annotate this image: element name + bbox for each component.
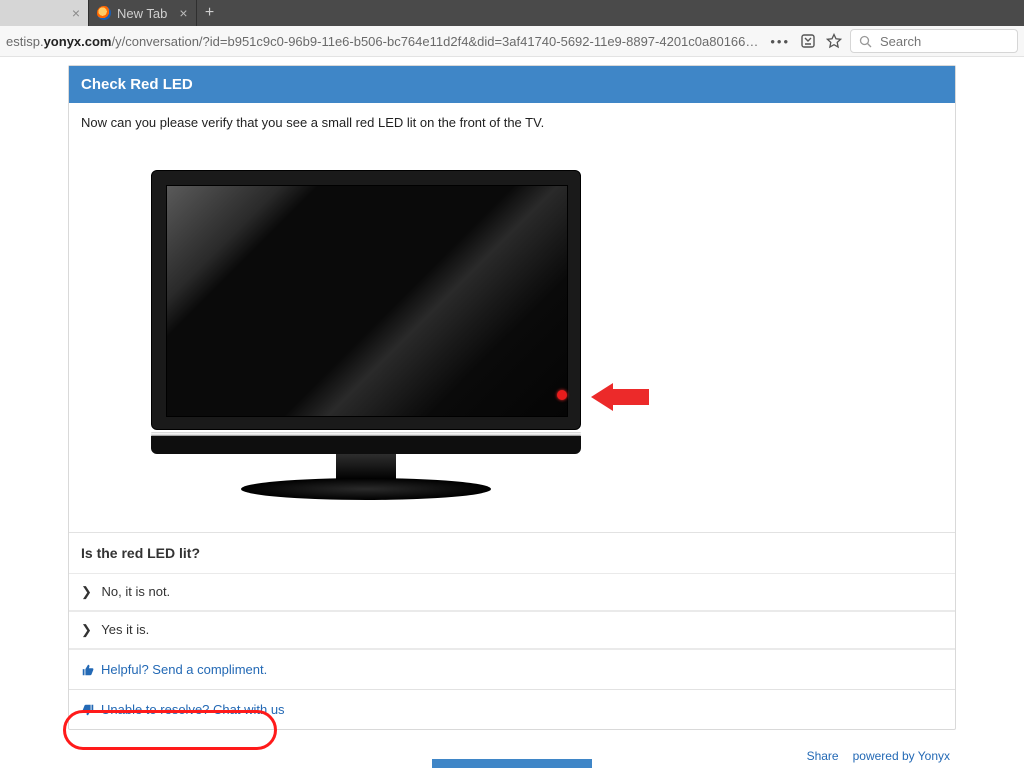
more-icon[interactable]: ••• [770, 34, 790, 49]
browser-tab-active[interactable]: × [0, 0, 89, 26]
toolbar-actions: ••• [770, 33, 842, 49]
chevron-right-icon: ❯ [81, 622, 92, 638]
tab-label: New Tab [117, 6, 167, 21]
chevron-right-icon: ❯ [81, 584, 92, 600]
illustration [81, 130, 943, 520]
unable-text: Unable to resolve? Chat with us [101, 702, 285, 717]
url-bar[interactable]: estisp.yonyx.com/y/conversation/?id=b951… [6, 34, 762, 49]
browser-toolbar: estisp.yonyx.com/y/conversation/?id=b951… [0, 26, 1024, 57]
search-input[interactable] [878, 33, 1002, 50]
powered-by-link[interactable]: powered by Yonyx [853, 749, 950, 763]
browser-tabstrip: × New Tab × + [0, 0, 1024, 26]
tv-graphic [151, 170, 581, 500]
panel-title: Check Red LED [69, 66, 955, 103]
helpful-link[interactable]: Helpful? Send a compliment. [81, 662, 943, 677]
answer-option-yes[interactable]: ❯ Yes it is. [69, 611, 955, 649]
feedback-unable-row: Unable to resolve? Chat with us [69, 689, 955, 729]
url-prefix: estisp. [6, 34, 44, 49]
browser-tab-newtab[interactable]: New Tab × [89, 0, 197, 26]
question-prompt: Is the red LED lit? [69, 533, 955, 573]
firefox-icon [97, 6, 111, 20]
search-box[interactable] [850, 29, 1018, 53]
instruction-text: Now can you please verify that you see a… [81, 115, 943, 130]
panel-body: Now can you please verify that you see a… [69, 103, 955, 532]
helpful-text: Helpful? Send a compliment. [101, 662, 267, 677]
bookmark-star-icon[interactable] [826, 33, 842, 49]
share-link[interactable]: Share [807, 749, 839, 763]
guide-panel: Check Red LED Now can you please verify … [68, 65, 956, 730]
close-icon[interactable]: × [179, 5, 187, 21]
thumbs-down-icon [81, 703, 95, 717]
footer-links: Share powered by Yonyx [807, 749, 950, 763]
arrow-left-icon [591, 383, 649, 411]
page-content: Check Red LED Now can you please verify … [0, 57, 1024, 768]
unable-link[interactable]: Unable to resolve? Chat with us [81, 702, 943, 717]
close-icon[interactable]: × [72, 5, 80, 21]
url-path: /y/conversation/?id=b951c9c0-96b9-11e6-b… [112, 34, 763, 49]
search-icon [859, 35, 872, 48]
red-led-icon [557, 390, 567, 400]
url-host: yonyx.com [44, 34, 112, 49]
partial-button[interactable] [432, 759, 592, 768]
reader-icon[interactable] [800, 33, 816, 49]
feedback-helpful-row: Helpful? Send a compliment. [69, 649, 955, 689]
option-label: Yes it is. [101, 622, 149, 637]
thumbs-up-icon [81, 663, 95, 677]
option-label: No, it is not. [102, 584, 171, 599]
answer-option-no[interactable]: ❯ No, it is not. [69, 573, 955, 611]
new-tab-button[interactable]: + [197, 0, 223, 26]
